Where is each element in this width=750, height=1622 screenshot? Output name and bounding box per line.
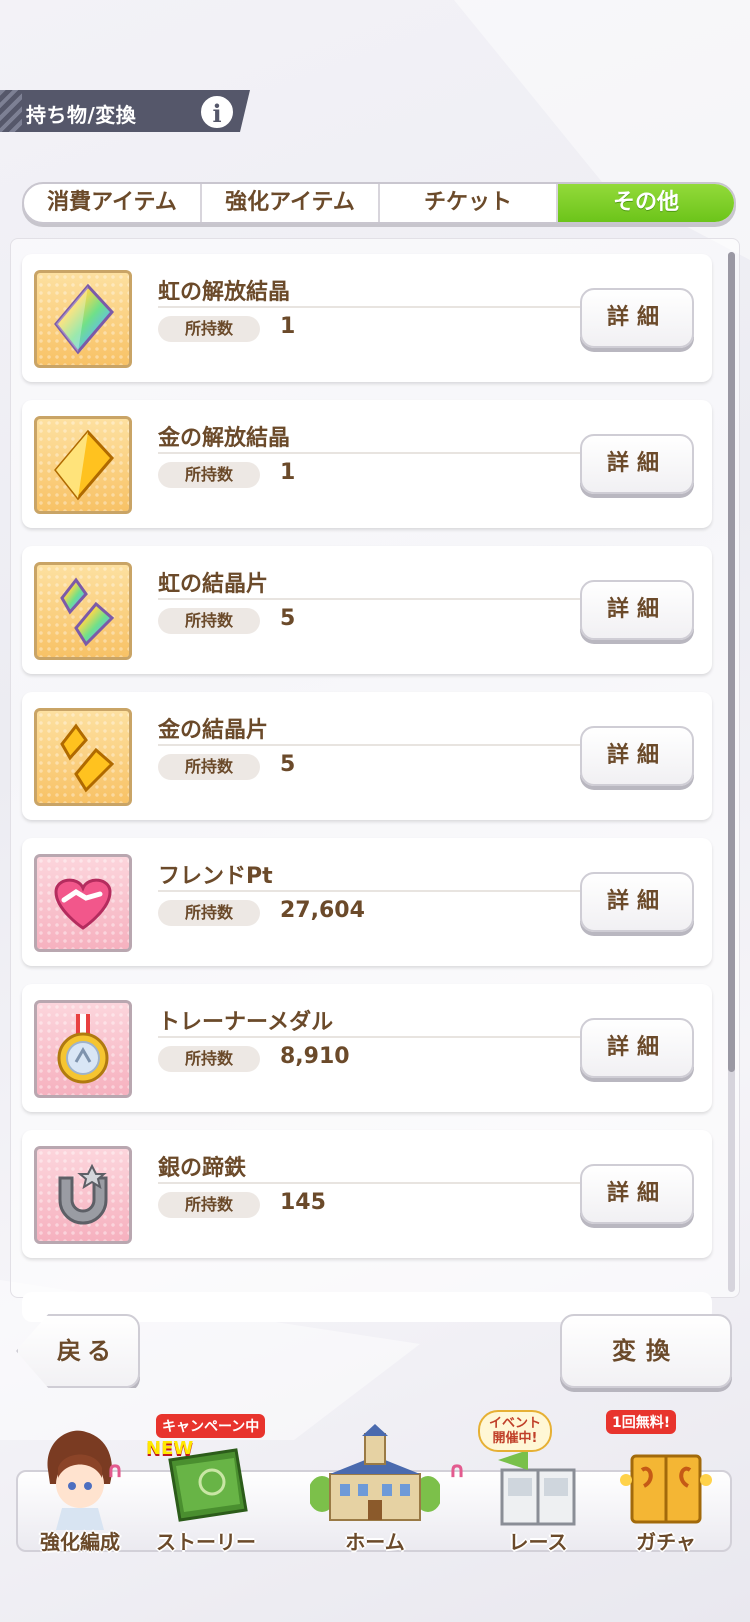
owned-count: 5: [280, 606, 296, 631]
horseshoe-marker-icon: ∩: [106, 1458, 124, 1483]
owned-label: 所持数: [158, 608, 260, 634]
owned-count: 5: [280, 752, 296, 777]
medal-icon: [34, 1000, 132, 1098]
detail-button[interactable]: 詳細: [580, 872, 694, 932]
campaign-badge: キャンペーン中: [156, 1414, 266, 1438]
list-item: トレーナーメダル 所持数 8,910 詳細: [22, 984, 712, 1112]
owned-count: 1: [280, 460, 296, 485]
silver-horseshoe-icon: [34, 1146, 132, 1244]
nav-race[interactable]: イベント 開催中! レース: [478, 1410, 598, 1560]
owned-label: 所持数: [158, 1046, 260, 1072]
nav-home[interactable]: ∩ ホーム: [300, 1410, 466, 1560]
category-tabs: 消費アイテム 強化アイテム チケット その他: [22, 182, 736, 224]
new-badge: NEW: [146, 1438, 194, 1459]
nav-story[interactable]: キャンペーン中 NEW ストーリー: [146, 1410, 266, 1560]
owned-label: 所持数: [158, 316, 260, 342]
nav-label: レース: [508, 1530, 568, 1554]
detail-button[interactable]: 詳細: [580, 1018, 694, 1078]
list-item: 虹の解放結晶 所持数 1 詳細: [22, 254, 712, 382]
nav-label: ガチャ: [636, 1530, 696, 1554]
divider: [158, 1182, 588, 1184]
divider: [158, 452, 588, 454]
list-item: 虹の結晶片 所持数 5 詳細: [22, 546, 712, 674]
nav-gacha[interactable]: 1回無料! ガチャ: [606, 1410, 726, 1560]
owned-count: 145: [280, 1190, 326, 1215]
owned-label: 所持数: [158, 900, 260, 926]
owned-count: 1: [280, 314, 296, 339]
handshake-icon: [34, 854, 132, 952]
free-draw-badge: 1回無料!: [606, 1410, 677, 1434]
horseshoe-marker-icon: ∩: [448, 1458, 466, 1483]
scroll-thumb[interactable]: [728, 252, 735, 1072]
list-item: 金の結晶片 所持数 5 詳細: [22, 692, 712, 820]
owned-count: 8,910: [280, 1044, 350, 1069]
divider: [158, 1036, 588, 1038]
rainbow-shard-icon: [34, 562, 132, 660]
owned-label: 所持数: [158, 462, 260, 488]
list-item: 金の解放結晶 所持数 1 詳細: [22, 400, 712, 528]
gold-crystal-icon: [34, 416, 132, 514]
list-item: 銀の蹄鉄 所持数 145 詳細: [22, 1130, 712, 1258]
detail-button[interactable]: 詳細: [580, 726, 694, 786]
info-icon[interactable]: i: [199, 94, 235, 130]
divider: [158, 890, 588, 892]
tab-tickets[interactable]: チケット: [380, 184, 558, 222]
scrollbar[interactable]: [728, 252, 735, 1292]
divider: [158, 744, 588, 746]
divider: [158, 598, 588, 600]
owned-label: 所持数: [158, 1192, 260, 1218]
item-name: 虹の解放結晶: [158, 280, 291, 305]
item-name: 銀の蹄鉄: [158, 1156, 247, 1181]
owned-label: 所持数: [158, 754, 260, 780]
gold-shard-icon: [34, 708, 132, 806]
item-name: 金の結晶片: [158, 718, 269, 743]
item-name: フレンドPt: [158, 864, 273, 889]
detail-button[interactable]: 詳細: [580, 288, 694, 348]
event-badge: イベント 開催中!: [478, 1410, 552, 1452]
owned-count: 27,604: [280, 898, 365, 923]
nav-label: ストーリー: [156, 1530, 256, 1554]
convert-button[interactable]: 変換: [560, 1314, 732, 1388]
nav-label: 強化編成: [40, 1530, 120, 1554]
divider: [158, 306, 588, 308]
gacha-door-icon: [620, 1454, 712, 1524]
detail-button[interactable]: 詳細: [580, 434, 694, 494]
nav-label: ホーム: [345, 1530, 405, 1554]
school-building-icon: [310, 1424, 440, 1521]
detail-button[interactable]: 詳細: [580, 580, 694, 640]
item-name: 金の解放結晶: [158, 426, 291, 451]
page-title: 持ち物/変換: [26, 103, 137, 127]
item-name: トレーナーメダル: [158, 1010, 334, 1035]
tab-consumables[interactable]: 消費アイテム: [24, 184, 202, 222]
detail-button[interactable]: 詳細: [580, 1164, 694, 1224]
tab-enhancement[interactable]: 強化アイテム: [202, 184, 380, 222]
tab-others[interactable]: その他: [558, 184, 734, 222]
list-item: フレンドPt 所持数 27,604 詳細: [22, 838, 712, 966]
header-stripes: [0, 90, 22, 132]
rainbow-crystal-icon: [34, 270, 132, 368]
nav-enhance[interactable]: ∩ 強化編成: [20, 1410, 140, 1560]
item-name: 虹の結晶片: [158, 572, 269, 597]
